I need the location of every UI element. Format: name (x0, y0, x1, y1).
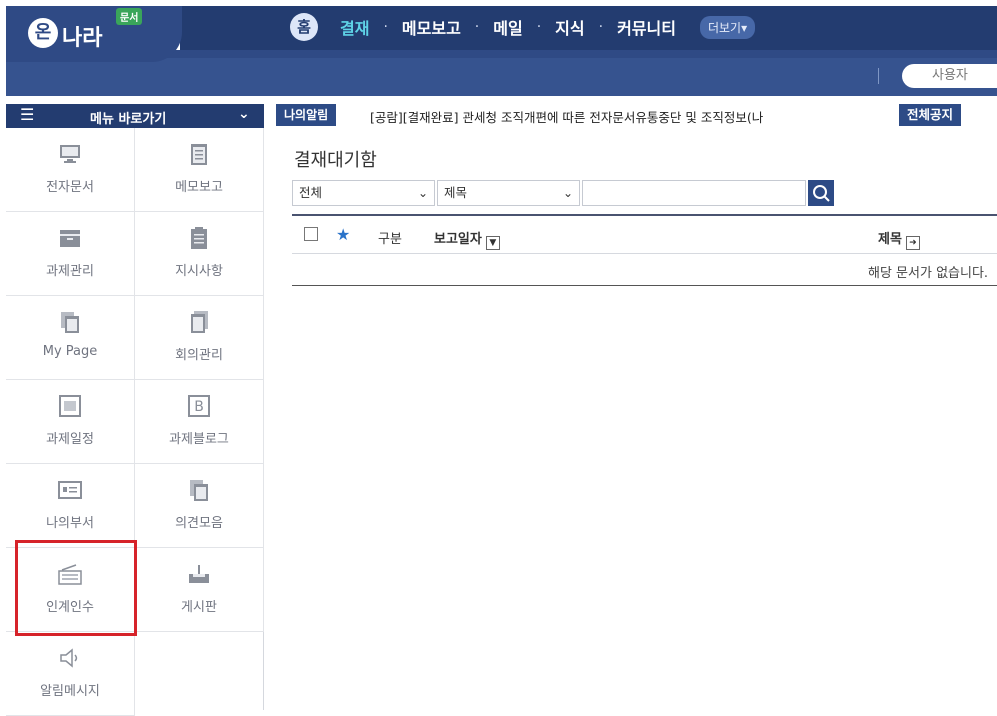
id-card-icon (58, 481, 82, 499)
sort-down-icon[interactable]: ▼ (485, 236, 500, 250)
search-button[interactable] (808, 180, 834, 206)
column-type: 구분 (378, 232, 402, 247)
sidebar-item-label: 과제일정 (46, 432, 94, 447)
divider (878, 68, 879, 84)
main-nav: 홈 결재 · 메모보고 · 메일 · 지식 · 커뮤니티 더보기▾ (290, 12, 756, 42)
calendar-icon (59, 395, 81, 417)
stack-icon (190, 480, 208, 501)
nav-home[interactable]: 홈 (290, 13, 318, 41)
logo-name: 나라 (62, 26, 103, 51)
sidebar-item-label: 알림메시지 (40, 684, 100, 699)
sidebar-item-blog[interactable]: B 과제블로그 (135, 380, 264, 464)
sidebar-item-task[interactable]: 과제관리 (6, 212, 135, 296)
my-notice-tag[interactable]: 나의알림 (276, 104, 337, 126)
header-sub-strip (6, 58, 997, 96)
sidebar-item-label: 전자문서 (46, 180, 94, 195)
hamburger-icon: ☰ (20, 105, 35, 124)
document-icon (191, 311, 208, 333)
cabinet-icon (60, 230, 80, 247)
chevron-down-icon: ⌄ (562, 186, 573, 200)
notice-ticker[interactable]: [공람][결재완료] 관세청 조직개편에 따른 전자문서유통중단 및 조직정보(… (370, 107, 860, 126)
scope-select-value: 전체 (299, 185, 323, 200)
table-header: ★ 구분 보고일자 ▼ 제목 ➜ (292, 214, 997, 254)
pages-icon (61, 312, 79, 333)
sidebar-item-opinions[interactable]: 의견모음 (135, 464, 264, 548)
star-icon[interactable]: ★ (336, 225, 350, 244)
chevron-down-icon: ⌄ (238, 106, 250, 122)
sidebar-item-label: 게시판 (181, 600, 217, 615)
sidebar-item-label: 과제관리 (46, 264, 94, 279)
speaker-icon (60, 648, 78, 668)
svg-text:B: B (194, 399, 204, 415)
sidebar-item-label: 메모보고 (175, 180, 223, 195)
column-subject[interactable]: 제목 ➜ (878, 228, 920, 250)
nav-item-mail[interactable]: 메일 (493, 15, 522, 39)
sidebar-item-label: 나의부서 (46, 516, 94, 531)
sidebar-item-alerts[interactable]: 알림메시지 (6, 632, 135, 716)
sidebar-item-edoc[interactable]: 전자문서 (6, 128, 135, 212)
page-title: 결재대기함 (294, 150, 377, 171)
nav-item-community[interactable]: 커뮤니티 (617, 15, 676, 39)
menu-shortcut-label: 메뉴 바로가기 (90, 112, 167, 127)
notification-bar: 나의알림 [공람][결재완료] 관세청 조직개편에 따른 전자문서유통중단 및 … (276, 104, 997, 126)
sidebar-item-label: My Page (42, 344, 98, 359)
scope-select[interactable]: 전체 ⌄ (292, 180, 435, 206)
field-select[interactable]: 제목 ⌄ (437, 180, 580, 206)
arrow-right-icon[interactable]: ➜ (905, 236, 920, 250)
nav-item-approval[interactable]: 결재 (340, 15, 369, 39)
nav-separator: · (383, 19, 388, 35)
chevron-down-icon: ⌄ (417, 186, 428, 200)
nav-item-memo[interactable]: 메모보고 (402, 15, 461, 39)
sidebar-item-label: 과제블로그 (169, 432, 229, 447)
notepad-icon (191, 144, 207, 165)
all-notices-button[interactable]: 전체공지 (899, 104, 962, 126)
tray-icon (189, 565, 209, 583)
sidebar-item-meeting[interactable]: 회의관리 (135, 296, 264, 380)
sidebar-item-mypage[interactable]: My Page (6, 296, 135, 380)
logo[interactable]: 온 나라 문서 (6, 6, 182, 62)
search-input[interactable] (582, 180, 806, 206)
monitor-icon (60, 145, 80, 163)
nav-item-knowledge[interactable]: 지식 (555, 15, 584, 39)
column-subject-label: 제목 (878, 232, 902, 247)
sidebar-item-label: 의견모음 (175, 516, 223, 531)
highlight-box (15, 540, 137, 636)
column-date-label: 보고일자 (434, 232, 482, 247)
empty-message: 해당 문서가 없습니다. (868, 266, 989, 281)
nav-separator: · (536, 19, 542, 35)
empty-table-row: 해당 문서가 없습니다. (292, 254, 997, 286)
field-select-value: 제목 (444, 185, 468, 200)
sidebar-item-board[interactable]: 게시판 (135, 548, 264, 632)
blog-icon: B (188, 395, 210, 417)
more-button[interactable]: 더보기▾ (699, 15, 756, 39)
column-date[interactable]: 보고일자 ▼ (434, 228, 500, 250)
logo-mark: 온 (28, 18, 58, 48)
user-search-input[interactable]: 사용자 (902, 64, 997, 88)
sidebar-item-directive[interactable]: 지시사항 (135, 212, 264, 296)
nav-separator: · (474, 19, 480, 35)
sidebar-item-department[interactable]: 나의부서 (6, 464, 135, 548)
nav-separator: · (598, 19, 604, 35)
search-icon (813, 185, 830, 202)
logo-badge: 문서 (116, 8, 143, 25)
sidebar-item-label: 회의관리 (175, 348, 223, 363)
sidebar-item-label: 지시사항 (175, 264, 223, 279)
menu-shortcut-bar[interactable]: ☰ 메뉴 바로가기 ⌄ (6, 104, 264, 128)
app-frame: 온 나라 문서 홈 결재 · 메모보고 · 메일 · 지식 · 커뮤니티 더보기… (0, 0, 997, 716)
search-filters: 전체 ⌄ 제목 ⌄ (292, 180, 834, 206)
clipboard-icon (191, 227, 207, 249)
sidebar-item-schedule[interactable]: 과제일정 (6, 380, 135, 464)
select-all-checkbox[interactable] (304, 227, 318, 241)
sidebar-item-memo[interactable]: 메모보고 (135, 128, 264, 212)
